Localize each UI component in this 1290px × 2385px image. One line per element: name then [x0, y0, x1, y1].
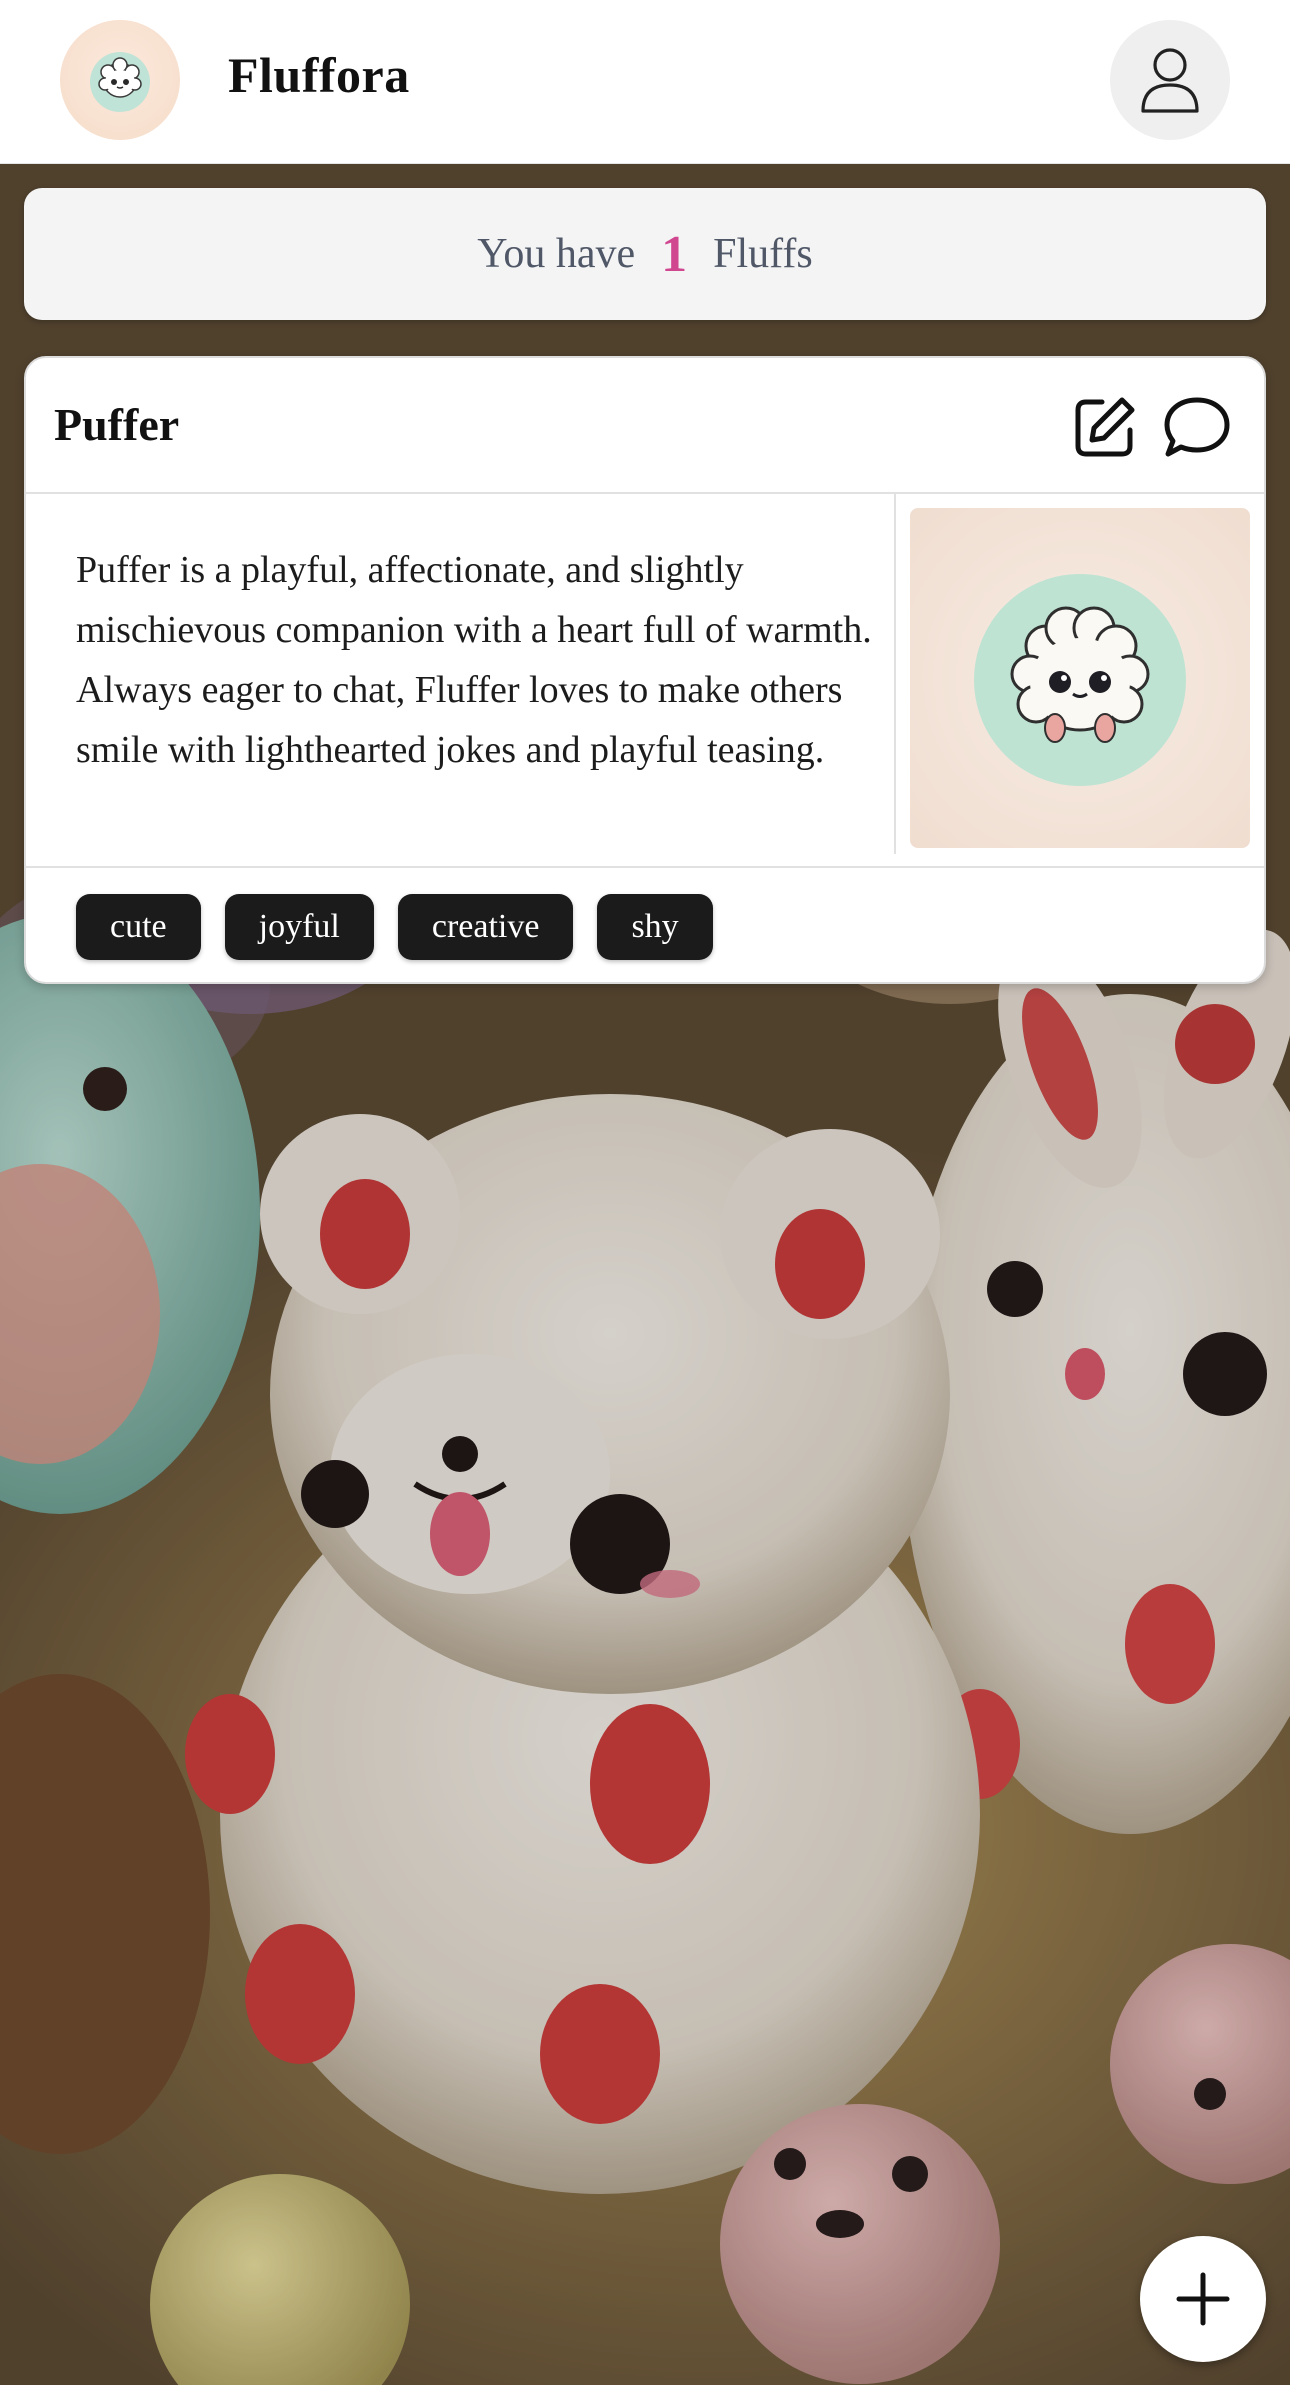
fluff-card-header: Puffer	[26, 358, 1264, 494]
fluff-image-frame	[894, 494, 1264, 854]
fluff-mascot-icon[interactable]	[60, 20, 180, 140]
add-fluff-button[interactable]	[1140, 2236, 1266, 2362]
fluff-name: Puffer	[54, 399, 180, 450]
tag-chip[interactable]: creative	[397, 894, 574, 960]
plus-icon	[1176, 2272, 1230, 2326]
fluff-description: Puffer is a playful, affectionate, and s…	[76, 549, 872, 771]
user-icon	[1141, 48, 1199, 113]
fluff-tags: cute joyful creative shy	[26, 866, 1264, 982]
fluff-count: 1	[661, 225, 688, 283]
tag-chip[interactable]: cute	[76, 894, 201, 960]
fluff-card[interactable]: Puffer Puffer is a playful, affectionate…	[24, 356, 1266, 984]
chat-button[interactable]	[1162, 392, 1232, 462]
count-prefix: You have	[477, 231, 636, 277]
edit-button[interactable]	[1070, 392, 1140, 462]
chat-bubble-icon	[1164, 397, 1230, 457]
fluff-avatar-icon[interactable]	[910, 508, 1250, 848]
edit-icon	[1075, 397, 1135, 457]
count-suffix: Fluffs	[713, 231, 813, 277]
fluff-count-banner: You have 1 Fluffs	[24, 188, 1266, 320]
tag-chip[interactable]: shy	[597, 894, 713, 960]
profile-button[interactable]	[1110, 20, 1230, 140]
app-title: Fluffora	[228, 47, 410, 103]
tag-chip[interactable]: joyful	[224, 894, 374, 960]
app-header: Fluffora	[0, 0, 1290, 164]
